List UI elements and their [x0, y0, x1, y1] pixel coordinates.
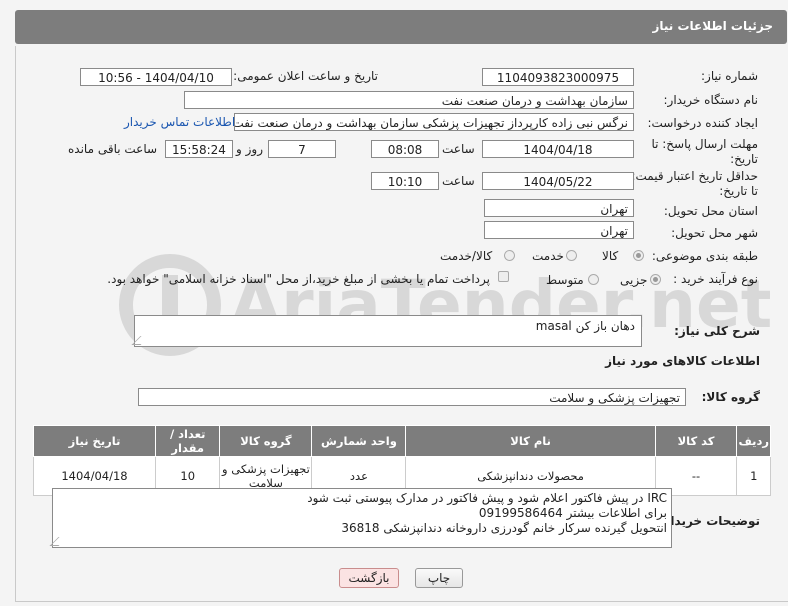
resize-grip-icon[interactable] [131, 336, 150, 345]
reply-deadline-label: مهلت ارسال پاسخ: تا [651, 137, 758, 151]
announce-field: 1404/04/10 - 10:56 [80, 68, 232, 86]
buyer-notes-line-3: انتحویل گیرنده سرکار خانم گودرزی داروخان… [341, 521, 667, 535]
price-validity-label: حداقل تاریخ اعتبار قیمت: [631, 169, 758, 183]
description-text: دهان باز کن masal [535, 319, 635, 333]
cell-row: 1 [736, 456, 771, 496]
reply-days-label: روز و [236, 142, 263, 156]
description-field[interactable]: دهان باز کن masal [131, 315, 642, 347]
category-radio-service[interactable] [566, 250, 577, 261]
resize-grip-icon[interactable] [49, 537, 68, 546]
treasury-payment-note: پرداخت تمام یا بخشی از مبلغ خرید،از محل … [107, 272, 490, 286]
process-option-minor: جزیی [620, 273, 648, 287]
col-header-code: کد کالا [654, 425, 738, 457]
buyer-notes-field[interactable]: IRC در پیش فاکتور اعلام شود و پیش فاکتور… [49, 488, 672, 548]
col-header-date: تاریخ نیاز [33, 425, 156, 457]
buyer-notes-line-1: IRC در پیش فاکتور اعلام شود و پیش فاکتور… [307, 491, 667, 505]
creator-field: نرگس نبی زاده کارپرداز تجهیزات پزشکی ساز… [234, 113, 634, 131]
announce-label: تاریخ و ساعت اعلان عمومی: [233, 69, 378, 83]
category-option-both: کالا/خدمت [440, 249, 493, 263]
price-validity-time-field: 10:10 [371, 172, 439, 190]
province-field: تهران [484, 199, 634, 217]
reply-date-field: 1404/04/18 [482, 140, 634, 158]
goods-group-field: تجهیزات پزشکی و سلامت [138, 388, 686, 406]
price-validity-date-field: 1404/05/22 [482, 172, 634, 190]
province-label: استان محل تحویل: [663, 204, 758, 218]
page-title: جزئیات اطلاعات نیاز [652, 19, 773, 33]
category-radio-both[interactable] [504, 250, 515, 261]
remaining-time-label: ساعت باقی مانده [68, 142, 158, 156]
buyer-contact-link[interactable]: اطلاعات تماس خریدار [124, 115, 235, 129]
category-radio-goods[interactable] [633, 250, 644, 261]
goods-section-title: اطلاعات کالاهای مورد نیاز [605, 354, 760, 368]
print-button[interactable]: چاپ [415, 568, 463, 588]
col-header-group: گروه کالا [219, 425, 313, 457]
col-header-row: ردیف [736, 425, 771, 457]
process-radio-minor[interactable] [650, 274, 661, 285]
category-label: طبقه بندی موضوعی: [651, 249, 758, 263]
price-validity-time-label: ساعت [442, 174, 475, 188]
back-button[interactable]: بازگشت [339, 568, 399, 588]
buyer-org-field: سازمان بهداشت و درمان صنعت نفت [184, 91, 634, 109]
need-number-field: 1104093823000975 [482, 68, 634, 86]
treasury-payment-checkbox[interactable] [498, 271, 509, 282]
process-radio-medium[interactable] [588, 274, 599, 285]
items-table: ردیف کد کالا نام کالا واحد شمارش گروه کا… [33, 425, 771, 496]
creator-label: ایجاد کننده درخواست: [647, 116, 758, 130]
buyer-notes-label: توضیحات خریدار: [658, 514, 760, 528]
reply-time-field: 08:08 [371, 140, 439, 158]
reply-time-label: ساعت [442, 142, 475, 156]
city-field: تهران [484, 221, 634, 239]
need-number-label: شماره نیاز: [701, 69, 758, 83]
category-option-goods: کالا [602, 249, 619, 263]
col-header-unit: واحد شمارش [311, 425, 407, 457]
page-header: جزئیات اطلاعات نیاز [15, 10, 787, 44]
table-header-row: ردیف کد کالا نام کالا واحد شمارش گروه کا… [33, 425, 771, 457]
col-header-name: نام کالا [405, 425, 656, 457]
reply-days-field: 7 [268, 140, 336, 158]
remaining-time-field: 15:58:24 [165, 140, 233, 158]
price-validity-date-label: تا تاریخ: [719, 184, 758, 198]
process-option-medium: متوسط [546, 273, 584, 287]
reply-deadline-date-label: تاریخ: [730, 152, 758, 166]
category-option-service: خدمت [532, 249, 564, 263]
buyer-notes-line-2: برای اطلاعات بیشتر 09199586464 [478, 506, 667, 520]
description-label: شرح کلی نیاز: [674, 324, 760, 338]
col-header-qty: تعداد / مقدار [154, 425, 221, 457]
buyer-org-label: نام دستگاه خریدار: [663, 93, 759, 107]
goods-group-label: گروه کالا: [701, 390, 760, 404]
process-label: نوع فرآیند خرید : [673, 272, 758, 286]
city-label: شهر محل تحویل: [671, 226, 758, 240]
